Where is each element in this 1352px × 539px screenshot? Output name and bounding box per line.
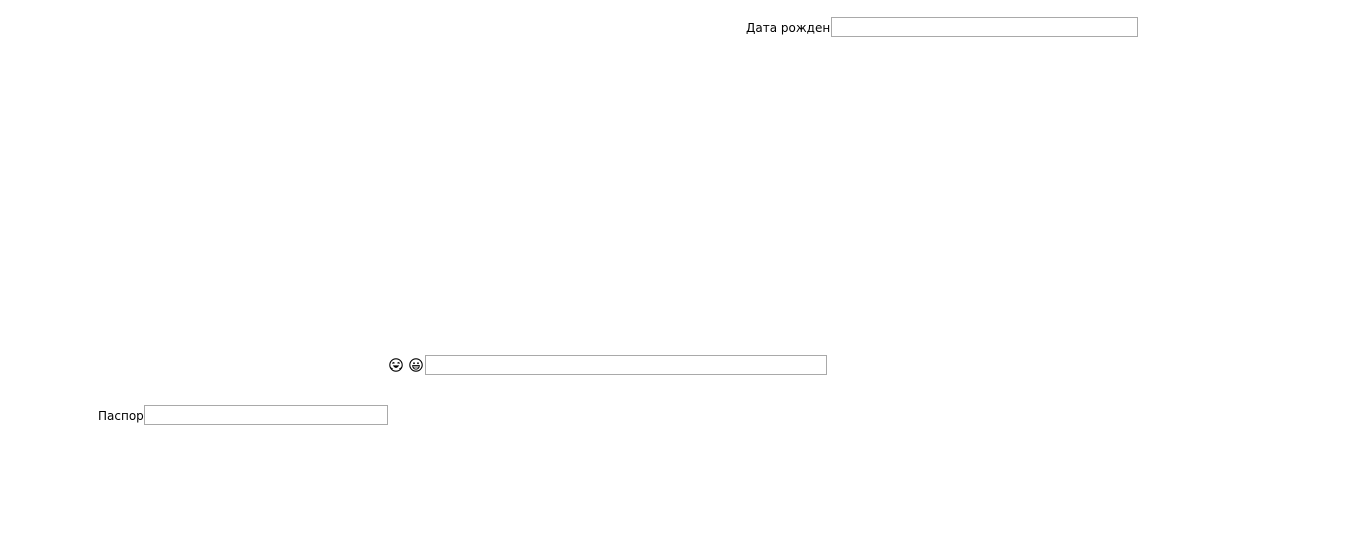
birth-date-input[interactable]: [831, 17, 1138, 37]
grinning-face-icon: [409, 358, 423, 372]
emoji-input[interactable]: [425, 355, 827, 375]
passport-input[interactable]: [144, 405, 388, 425]
rolling-on-floor-laughing-icon: [389, 358, 403, 372]
passport-label: Паспорт: [98, 409, 151, 423]
